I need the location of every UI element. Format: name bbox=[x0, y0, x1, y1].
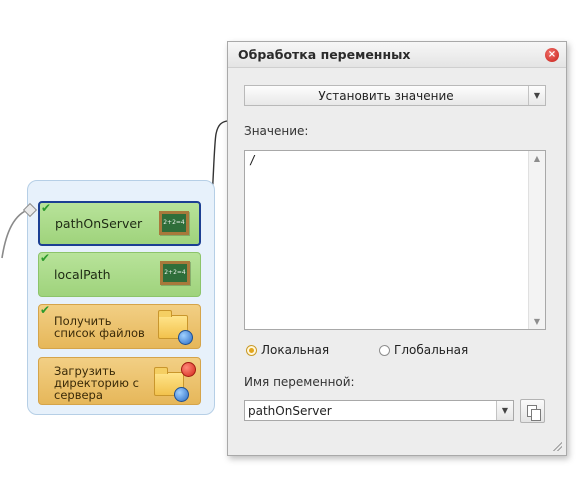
variable-name-value: pathOnServer bbox=[248, 404, 332, 418]
block-label: Загрузить директорию с сервера bbox=[54, 364, 139, 402]
check-icon: ✔ bbox=[40, 303, 51, 317]
folder-web-icon bbox=[154, 367, 189, 402]
block-download-directory[interactable]: Загрузить директорию с сервера bbox=[38, 357, 201, 405]
globe-icon bbox=[174, 387, 189, 402]
chevron-down-icon[interactable]: ▼ bbox=[496, 401, 513, 420]
block-label: pathOnServer bbox=[55, 216, 143, 231]
block-label: localPath bbox=[54, 267, 111, 282]
scope-global-label: Глобальная bbox=[394, 343, 469, 357]
radio-global[interactable] bbox=[379, 344, 390, 356]
block-get-file-list[interactable]: ✔ Получить список файлов bbox=[38, 303, 201, 349]
value-label: Значение: bbox=[244, 124, 309, 138]
scroll-up-icon[interactable]: ▲ bbox=[529, 151, 545, 166]
block-label: Получить список файлов bbox=[54, 313, 145, 340]
action-select-value: Установить значение bbox=[318, 88, 454, 103]
scroll-down-icon[interactable]: ▼ bbox=[529, 314, 545, 329]
dialog-title: Обработка переменных bbox=[238, 47, 411, 62]
vertical-scrollbar[interactable]: ▲ ▼ bbox=[528, 151, 545, 329]
incoming-connector bbox=[1, 208, 31, 259]
variable-name-label: Имя переменной: bbox=[244, 375, 355, 389]
close-icon[interactable]: × bbox=[545, 48, 559, 62]
scope-global-option[interactable]: Глобальная bbox=[379, 343, 468, 357]
copy-icon-front bbox=[531, 409, 541, 421]
check-icon: ✔ bbox=[41, 201, 52, 215]
folder-web-icon bbox=[158, 310, 193, 345]
chalkboard-icon: 2+2=4 bbox=[159, 211, 189, 235]
radio-local[interactable] bbox=[246, 344, 257, 356]
scope-local-option[interactable]: Локальная bbox=[246, 343, 329, 357]
action-select[interactable]: Установить значение ▼ bbox=[244, 85, 546, 106]
scope-local-label: Локальная bbox=[261, 343, 330, 357]
block-localpath[interactable]: ✔ localPath 2+2=4 bbox=[38, 251, 201, 297]
chalkboard-icon: 2+2=4 bbox=[160, 261, 190, 285]
check-icon: ✔ bbox=[40, 251, 51, 265]
variable-name-select[interactable]: pathOnServer ▼ bbox=[244, 400, 514, 421]
stop-icon bbox=[181, 362, 196, 377]
copy-button[interactable] bbox=[520, 399, 545, 423]
chevron-down-icon[interactable]: ▼ bbox=[528, 86, 545, 105]
value-textarea[interactable]: / ▲ ▼ bbox=[244, 150, 546, 330]
block-group: ✔ pathOnServer 2+2=4 ✔ localPath 2+2=4 ✔… bbox=[27, 180, 215, 415]
globe-icon bbox=[178, 330, 193, 345]
variable-processing-dialog: Обработка переменных × Установить значен… bbox=[227, 41, 567, 456]
dialog-titlebar[interactable]: Обработка переменных × bbox=[228, 42, 566, 68]
block-pathonserver[interactable]: ✔ pathOnServer 2+2=4 bbox=[38, 201, 201, 246]
value-text: / bbox=[249, 153, 257, 167]
resize-grip[interactable] bbox=[552, 441, 562, 451]
